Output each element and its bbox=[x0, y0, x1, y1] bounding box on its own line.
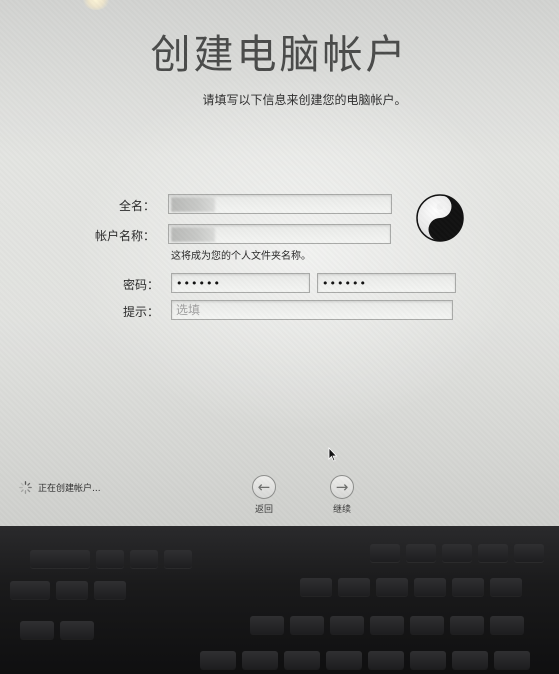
mouse-cursor-icon bbox=[328, 447, 338, 462]
password-hint-field[interactable]: 选填 bbox=[171, 300, 453, 320]
keyboard-key bbox=[10, 581, 50, 599]
keyboard-key bbox=[414, 578, 446, 596]
keyboard-key bbox=[290, 616, 324, 634]
full-name-field[interactable] bbox=[168, 194, 392, 214]
redacted-value bbox=[171, 227, 215, 242]
keyboard-key bbox=[96, 550, 124, 568]
keyboard-key bbox=[284, 651, 320, 669]
keyboard-key bbox=[56, 581, 88, 599]
page-title: 创建电脑帐户 bbox=[150, 32, 409, 78]
keyboard-key bbox=[406, 544, 436, 562]
yin-yang-icon[interactable] bbox=[416, 194, 464, 242]
keyboard-key bbox=[130, 550, 158, 568]
keyboard-key bbox=[490, 616, 524, 634]
keyboard-key bbox=[478, 544, 508, 562]
keyboard-key bbox=[370, 616, 404, 634]
password-hint-label: 提示： bbox=[122, 305, 159, 319]
keyboard-key bbox=[94, 581, 126, 599]
keyboard-key bbox=[368, 651, 404, 669]
account-name-field[interactable] bbox=[168, 224, 391, 244]
keyboard-key bbox=[30, 550, 90, 568]
page-subtitle: 请填写以下信息来创建您的电脑帐户。 bbox=[202, 93, 407, 107]
status-text: 正在创建帐户... bbox=[38, 484, 101, 494]
spinner-icon bbox=[19, 481, 32, 494]
back-label: 返回 bbox=[254, 505, 273, 515]
password-field[interactable]: •••••• bbox=[171, 273, 310, 293]
keyboard-key bbox=[452, 651, 488, 669]
account-name-label: 帐户名称： bbox=[94, 229, 155, 243]
keyboard-key bbox=[330, 616, 364, 634]
keyboard-key bbox=[250, 616, 284, 634]
keyboard-key bbox=[300, 578, 332, 596]
continue-button[interactable]: → bbox=[330, 475, 354, 499]
keyboard-key bbox=[164, 550, 192, 568]
keyboard-key bbox=[442, 544, 472, 562]
keyboard-key bbox=[410, 651, 446, 669]
keyboard-key bbox=[410, 616, 444, 634]
arrow-right-icon: → bbox=[335, 478, 349, 496]
continue-label: 继续 bbox=[332, 505, 351, 515]
redacted-value bbox=[171, 197, 215, 212]
keyboard-key bbox=[242, 651, 278, 669]
keyboard-key bbox=[376, 578, 408, 596]
keyboard-key bbox=[370, 544, 400, 562]
password-hint-placeholder: 选填 bbox=[176, 303, 201, 317]
status-area: 正在创建帐户... bbox=[19, 481, 101, 494]
setup-screen: 创建电脑帐户 请填写以下信息来创建您的电脑帐户。 全名： 帐户名称： 这将成为您… bbox=[0, 0, 559, 526]
keyboard-key bbox=[494, 651, 530, 669]
password-label: 密码： bbox=[122, 278, 159, 292]
keyboard-key bbox=[200, 651, 236, 669]
arrow-left-icon: ← bbox=[257, 478, 271, 496]
keyboard-key bbox=[514, 544, 544, 562]
keyboard-key bbox=[490, 578, 522, 596]
light-glare bbox=[82, 0, 110, 10]
password-value: •••••• bbox=[176, 277, 221, 290]
full-name-label: 全名： bbox=[118, 199, 155, 213]
keyboard-key bbox=[338, 578, 370, 596]
password-verify-value: •••••• bbox=[322, 277, 367, 290]
account-name-hint: 这将成为您的个人文件夹名称。 bbox=[171, 251, 311, 262]
keyboard-key bbox=[60, 621, 94, 639]
laptop-keyboard bbox=[0, 526, 559, 674]
keyboard-key bbox=[326, 651, 362, 669]
password-verify-field[interactable]: •••••• bbox=[317, 273, 456, 293]
keyboard-key bbox=[452, 578, 484, 596]
back-button[interactable]: ← bbox=[252, 475, 276, 499]
keyboard-key bbox=[20, 621, 54, 639]
keyboard-key bbox=[450, 616, 484, 634]
